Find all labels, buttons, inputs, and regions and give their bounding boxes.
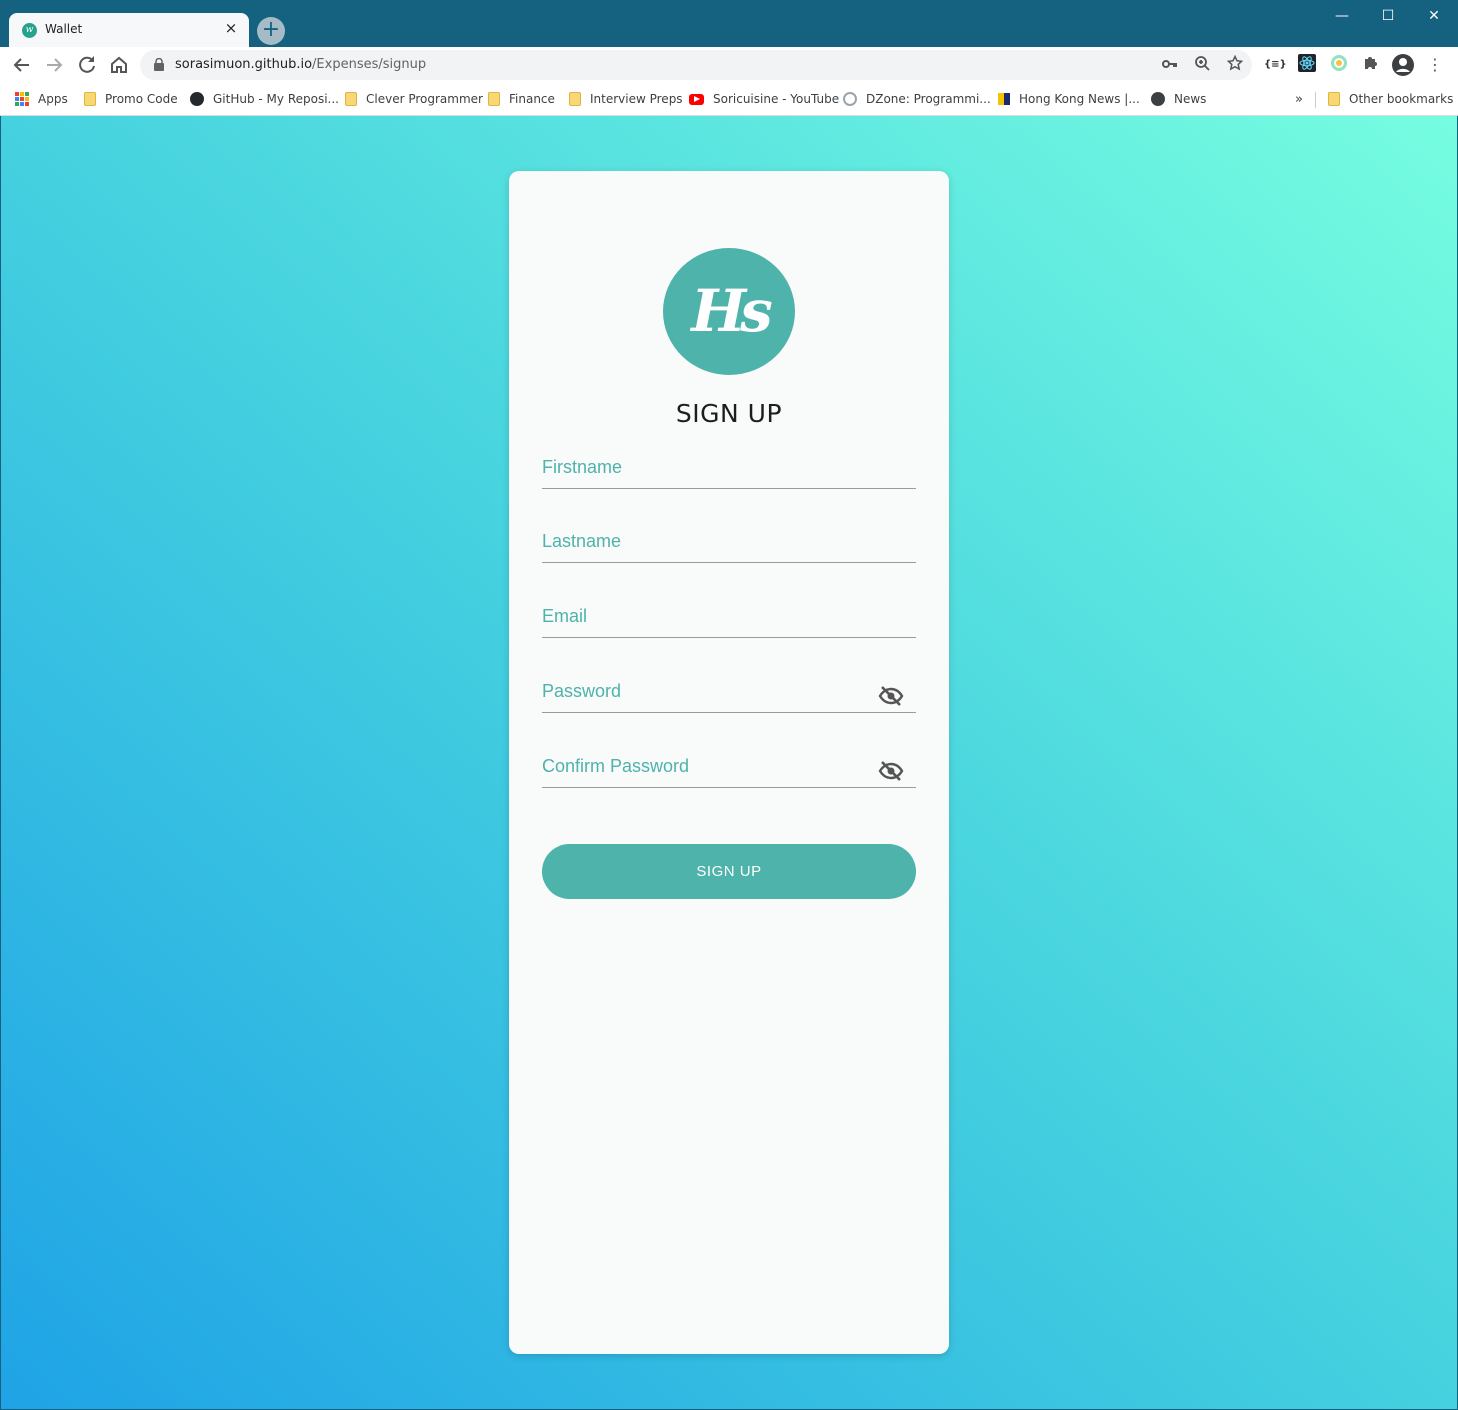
email-input[interactable] (542, 598, 872, 634)
bookmark-dzone[interactable]: DZone: Programmi... (843, 89, 991, 109)
bookmark-star-icon[interactable] (1225, 54, 1245, 75)
lock-icon (154, 58, 164, 71)
minimize-button[interactable]: — (1331, 5, 1353, 27)
arrow-left-icon (13, 58, 29, 72)
bookmark-label: Finance (509, 92, 555, 106)
bookmark-label: Apps (38, 92, 68, 106)
home-button[interactable] (107, 53, 131, 77)
url-text: sorasimuon.github.io/Expenses/signup (175, 57, 426, 72)
dzone-icon (843, 92, 857, 106)
confirm-password-field (542, 748, 916, 788)
hk-news-icon (998, 93, 1010, 105)
password-input[interactable] (542, 673, 872, 709)
menu-kebab-icon[interactable]: ⋮ (1424, 54, 1446, 76)
address-bar[interactable]: sorasimuon.github.io/Expenses/signup (140, 50, 1252, 80)
logo: Hs (663, 248, 795, 375)
extension-target-icon[interactable] (1328, 54, 1350, 76)
browser-tab-wallet[interactable]: w Wallet × (9, 13, 249, 47)
bookmark-finance[interactable]: Finance (488, 89, 555, 109)
folder-icon (1328, 92, 1340, 106)
url-host: sorasimuon.github.io (175, 57, 313, 72)
bookmark-label: News (1174, 92, 1207, 106)
bookmark-label: Interview Preps (590, 92, 683, 106)
react-devtools-icon[interactable] (1296, 54, 1318, 76)
bookmark-label: Hong Kong News |... (1019, 92, 1140, 106)
bookmark-promo-code[interactable]: Promo Code (84, 89, 178, 109)
bookmark-soricuisine-youtube[interactable]: Soricuisine - YouTube (689, 89, 839, 109)
bookmark-news[interactable]: News (1151, 89, 1206, 109)
close-window-button[interactable]: ✕ (1423, 5, 1445, 27)
page-title: SIGN UP (675, 399, 783, 428)
new-tab-button[interactable]: + (257, 17, 285, 45)
extensions-puzzle-icon[interactable] (1360, 54, 1382, 76)
arrow-right-icon (47, 58, 63, 72)
eye-slash-icon[interactable] (878, 685, 904, 707)
password-field (542, 673, 916, 713)
apps-grid-icon (15, 92, 29, 106)
zoom-icon[interactable] (1192, 55, 1212, 75)
back-button[interactable] (10, 53, 34, 77)
browser-toolbar: sorasimuon.github.io/Expenses/signup {≡}… (0, 47, 1458, 83)
firstname-field (542, 449, 916, 489)
bookmarks-bar: Apps Promo Code GitHub - My Reposi... Cl… (0, 83, 1458, 116)
eye-slash-icon[interactable] (878, 760, 904, 782)
reload-button[interactable] (75, 53, 99, 77)
bookmark-label: Soricuisine - YouTube (713, 92, 840, 106)
key-icon[interactable] (1160, 55, 1180, 75)
json-extension-icon[interactable]: {≡} (1264, 54, 1287, 76)
home-icon (111, 56, 127, 73)
url-path: /Expenses/signup (312, 57, 427, 72)
folder-icon (84, 92, 96, 106)
globe-icon (1151, 92, 1165, 106)
sign-up-button[interactable]: SIGN UP (542, 844, 916, 899)
bookmark-hong-kong-news[interactable]: Hong Kong News |... (998, 89, 1140, 109)
bookmark-interview-preps[interactable]: Interview Preps (569, 89, 683, 109)
firstname-input[interactable] (542, 449, 872, 485)
bookmark-clever-programmer[interactable]: Clever Programmer (345, 89, 483, 109)
bookmark-apps[interactable]: Apps (15, 89, 68, 109)
email-field (542, 598, 916, 638)
page-viewport: Hs SIGN UP SIGN UP (1, 116, 1457, 1409)
github-icon (190, 92, 204, 106)
lastname-field (542, 523, 916, 563)
bookmark-label: DZone: Programmi... (866, 92, 991, 106)
bookmark-label: GitHub - My Reposi... (213, 92, 339, 106)
bookmark-other-bookmarks[interactable]: Other bookmarks (1328, 89, 1453, 109)
bookmark-label: Other bookmarks (1349, 92, 1454, 106)
signup-card: Hs SIGN UP SIGN UP (509, 171, 949, 1354)
browser-titlebar: w Wallet × + — ☐ ✕ (0, 0, 1458, 47)
lastname-input[interactable] (542, 523, 872, 559)
reload-icon (79, 56, 95, 73)
tab-close-icon[interactable]: × (223, 20, 239, 36)
confirm-password-input[interactable] (542, 748, 872, 784)
youtube-icon (689, 93, 704, 105)
bookmark-label: Clever Programmer (366, 92, 483, 106)
profile-avatar-icon[interactable] (1392, 54, 1414, 76)
forward-button[interactable] (42, 53, 66, 77)
bookmark-label: Promo Code (105, 92, 178, 106)
bookmarks-overflow-button[interactable]: » (1295, 89, 1303, 109)
folder-icon (488, 92, 500, 106)
tab-title: Wallet (45, 22, 83, 36)
bookmark-github[interactable]: GitHub - My Reposi... (190, 89, 339, 109)
folder-icon (345, 92, 357, 106)
wallet-favicon-icon: w (22, 23, 37, 38)
folder-icon (569, 92, 581, 106)
bookmarks-separator (1315, 92, 1316, 108)
maximize-button[interactable]: ☐ (1377, 5, 1399, 27)
